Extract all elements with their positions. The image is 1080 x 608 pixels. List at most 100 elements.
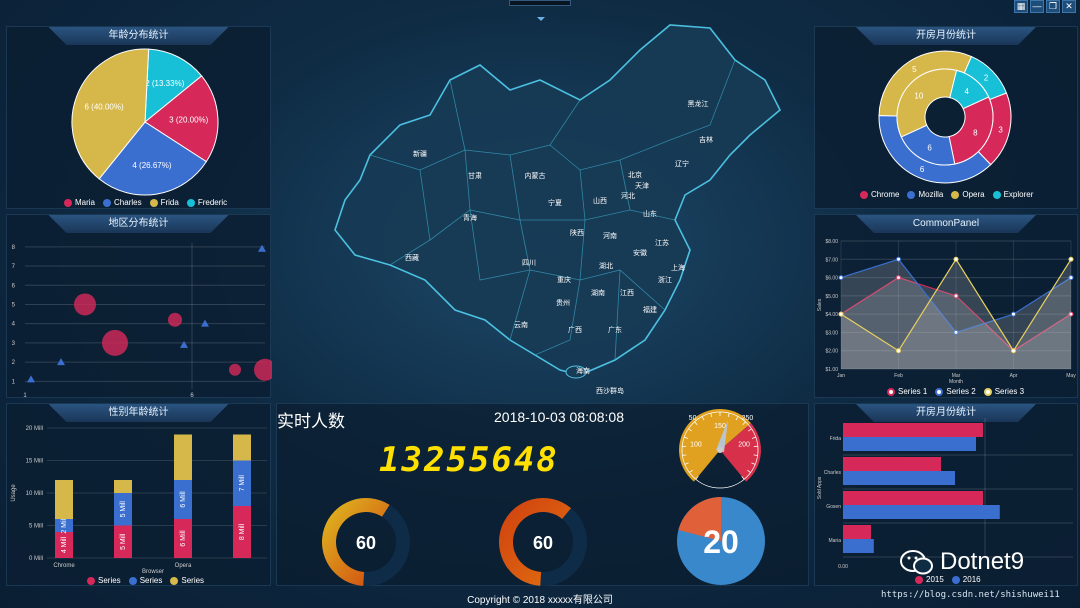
x-tick-label: Feb xyxy=(894,373,903,379)
province-label: 宁夏 xyxy=(548,198,562,207)
legend-item[interactable]: Mozilla xyxy=(907,190,943,199)
gauge-tick-label: 150 xyxy=(714,423,726,430)
y-axis-label: Sales xyxy=(817,298,823,311)
province-label: 青海 xyxy=(463,213,477,222)
x-tick-label: 6 xyxy=(190,393,194,399)
realtime-label: 实时人数 xyxy=(277,412,345,431)
scatter-triangle xyxy=(258,244,266,252)
province-label: 湖南 xyxy=(591,288,605,297)
legend-label: Charles xyxy=(114,198,142,207)
province-label: 湖北 xyxy=(599,261,613,270)
hbar xyxy=(843,423,983,437)
gauge-tick-label: 200 xyxy=(738,441,750,448)
legend-label: Series 2 xyxy=(946,387,976,396)
legend-label: 2015 xyxy=(926,575,944,584)
gauge-3: 20 xyxy=(677,497,765,585)
hbar xyxy=(843,471,955,485)
bar-segment xyxy=(114,480,132,493)
datetime: 2018-10-03 08:08:08 xyxy=(494,409,624,425)
gender-legend: Series Series Series xyxy=(87,576,204,585)
x-tick-label: 0.00 xyxy=(838,564,848,570)
province-label: 西沙群岛 xyxy=(596,386,624,395)
legend-item[interactable]: Frederic xyxy=(186,198,228,207)
legend-item[interactable]: Opera xyxy=(951,190,985,199)
gauge-tick xyxy=(682,454,687,456)
y-tick-label: 6 xyxy=(12,283,16,289)
province-label: 甘肃 xyxy=(468,171,482,180)
legend-label: Series xyxy=(98,576,121,585)
scatter-triangle xyxy=(27,375,35,383)
legend-item[interactable]: Chrome xyxy=(860,190,899,199)
gauge-tick xyxy=(753,454,758,456)
scatter-triangle xyxy=(201,319,209,327)
gauge-value: 60 xyxy=(356,533,376,553)
province-label: 吉林 xyxy=(699,135,713,144)
legend-item[interactable]: 2016 xyxy=(951,575,981,584)
y-tick-label: 20 Mill xyxy=(26,426,43,432)
realtime-counter: 13255648 xyxy=(379,440,559,480)
donut-data-label: 10 xyxy=(914,91,923,100)
common-panel: CommonPanel $1.00 $2.00 $3.00 $4.00 $5.00 $6.… xyxy=(814,214,1078,398)
pie-data-label: 4 (26.67%) xyxy=(132,161,171,170)
donut-data-label: 6 xyxy=(920,165,925,174)
gauge-1: 60 xyxy=(322,498,410,586)
province-label: 河北 xyxy=(621,192,635,200)
y-tick-label: $2.00 xyxy=(825,349,838,355)
province-label: 辽宁 xyxy=(675,159,689,168)
province-label: 海南 xyxy=(576,366,590,375)
legend-label: Frida xyxy=(160,198,179,207)
legend-label: Frederic xyxy=(197,198,228,207)
x-tick-label: 1 xyxy=(23,393,27,399)
legend-label: Series 1 xyxy=(898,387,928,396)
legend-label: Series xyxy=(139,576,163,585)
legend-item[interactable]: 2015 xyxy=(915,575,944,584)
y-tick-label: Frida xyxy=(830,436,842,442)
y-axis-label: Sold Apps xyxy=(817,476,823,499)
bar-segment xyxy=(233,434,251,461)
legend-item[interactable]: Maria xyxy=(64,198,95,207)
province-label: 上海 xyxy=(671,263,685,272)
restore-button[interactable]: ❐ xyxy=(1046,0,1060,13)
legend-label: Series 3 xyxy=(994,387,1025,396)
province-label: 广西 xyxy=(568,325,582,334)
scatter-bubble xyxy=(229,363,241,376)
y-tick-label: 5 Mill xyxy=(29,524,43,530)
province-label: 陕西 xyxy=(570,228,584,237)
y-tick-label: 0 Mill xyxy=(29,556,43,562)
legend-item[interactable]: Frida xyxy=(149,198,179,207)
province-label: 浙江 xyxy=(658,275,672,284)
legend-item[interactable]: Series xyxy=(128,576,163,585)
province-label: 江西 xyxy=(620,289,634,297)
gauge-tick-label: 250 xyxy=(742,415,754,422)
province-label: 四川 xyxy=(522,259,536,267)
realtime-panel: 实时人数 2018-10-03 08:08:08 13255648 50 100 1… xyxy=(276,403,809,586)
legend-item[interactable]: Series 3 xyxy=(983,387,1025,396)
legend-item[interactable]: Series 2 xyxy=(935,387,976,396)
hbar xyxy=(843,457,941,471)
legend-item[interactable]: Series xyxy=(87,576,121,585)
minimize-button[interactable]: — xyxy=(1030,0,1044,13)
series-point xyxy=(896,348,901,354)
gauge-hub xyxy=(717,447,723,453)
pie-data-label: 2 (13.33%) xyxy=(145,79,184,88)
province-label: 贵州 xyxy=(556,298,570,307)
donut-data-label: 5 xyxy=(912,65,917,74)
legend-item[interactable]: Series 1 xyxy=(887,387,927,396)
gauge-value: 60 xyxy=(533,533,553,553)
wechat-icon xyxy=(900,550,933,575)
close-button[interactable]: ✕ xyxy=(1062,0,1076,13)
scatter-bubble xyxy=(74,293,96,316)
top-drawer-handle[interactable] xyxy=(509,0,571,6)
series-point xyxy=(1068,256,1074,262)
legend-item[interactable]: Series xyxy=(170,576,204,585)
layout-icon[interactable]: ▦ xyxy=(1014,0,1028,13)
legend-item[interactable]: Explorer xyxy=(992,190,1033,199)
hbar xyxy=(843,539,874,553)
x-axis-label: Browser xyxy=(142,569,164,575)
province-label: 内蒙古 xyxy=(525,171,546,180)
legend-item[interactable]: Charles xyxy=(103,198,142,207)
legend-label: Series xyxy=(181,576,205,585)
footer-copyright: Copyright © 2018 xxxxx有限公司 xyxy=(467,595,613,606)
province-label: 安徽 xyxy=(633,248,647,257)
month-donut-legend: Chrome Mozilla Opera Explorer xyxy=(860,190,1033,199)
